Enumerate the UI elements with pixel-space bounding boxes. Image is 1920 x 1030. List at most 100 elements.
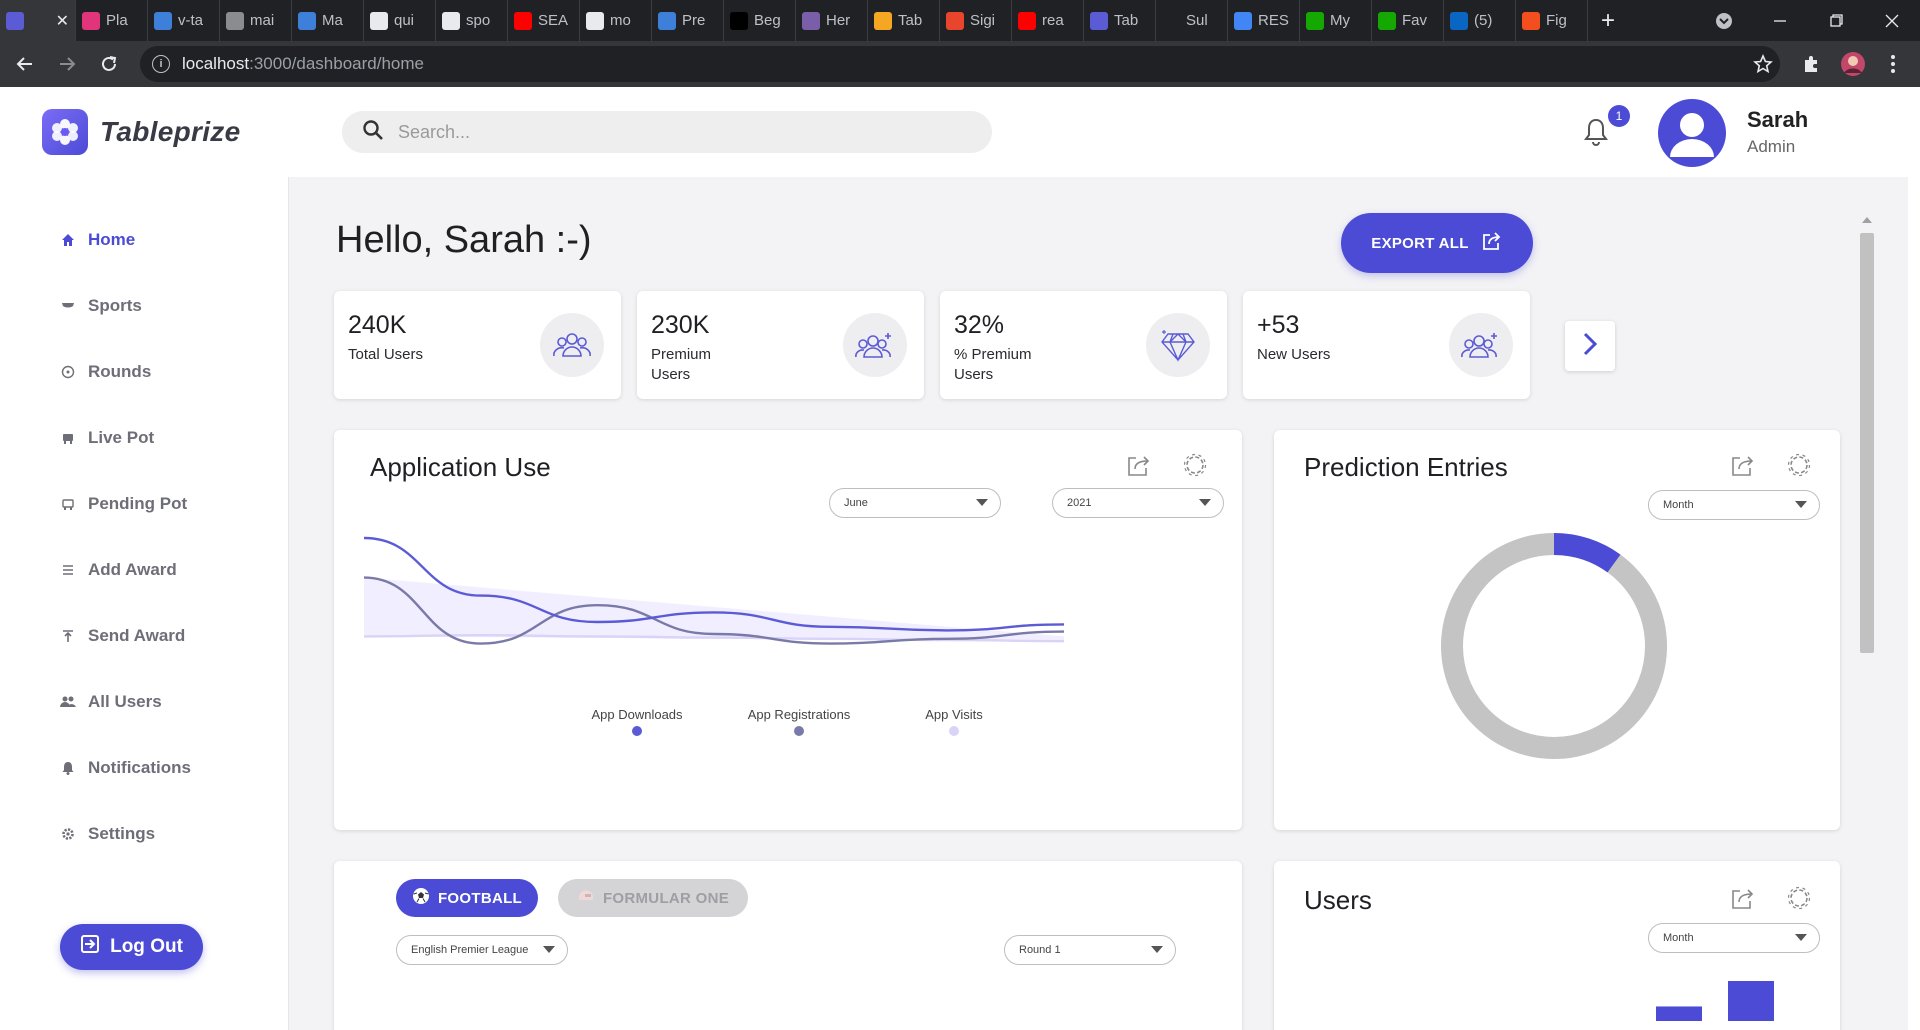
back-icon[interactable] <box>8 47 42 81</box>
search-input[interactable] <box>398 121 958 143</box>
sidebar-item-live-pot[interactable]: Live Pot <box>60 405 191 471</box>
forward-icon[interactable] <box>50 47 84 81</box>
reload-icon[interactable] <box>92 47 126 81</box>
minimize-icon[interactable] <box>1752 0 1808 41</box>
browser-tab[interactable]: Pre <box>652 0 724 41</box>
tab-formula-one[interactable]: FORMULAR ONE <box>558 879 748 917</box>
main-scrollbar[interactable] <box>1858 217 1876 1017</box>
browser-tab[interactable]: qui <box>364 0 436 41</box>
browser-tab[interactable]: SEA <box>508 0 580 41</box>
browser-tab[interactable]: RES <box>1228 0 1300 41</box>
legend-app-registrations[interactable]: App Registrations <box>734 707 864 736</box>
tab-title: SEA <box>538 12 569 29</box>
close-tab-icon[interactable]: ✕ <box>56 11 69 31</box>
stat-card-premium-percent[interactable]: 32% % Premium Users <box>940 291 1227 399</box>
stat-value: 32% <box>954 311 1005 339</box>
browser-tab[interactable]: Fig <box>1516 0 1588 41</box>
period-select[interactable]: Month <box>1648 923 1820 953</box>
browser-tab[interactable]: mai <box>220 0 292 41</box>
share-icon[interactable] <box>1730 452 1756 478</box>
period-select[interactable]: Month <box>1648 490 1820 520</box>
search-box[interactable] <box>342 111 992 153</box>
logout-label: Log Out <box>110 936 183 957</box>
tab-title: Tab <box>898 12 923 29</box>
stat-card-premium-users[interactable]: 230K Premium Users <box>637 291 924 399</box>
year-select[interactable]: 2021 <box>1052 488 1224 518</box>
sidebar-nav: Home Sports Rounds Live Pot Pending Pot Add A… <box>60 207 191 867</box>
sidebar-item-pending-pot[interactable]: Pending Pot <box>60 471 191 537</box>
sidebar-item-home[interactable]: Home <box>60 207 191 273</box>
tab-football[interactable]: FOOTBALL <box>396 879 538 917</box>
site-info-icon[interactable]: i <box>152 55 170 73</box>
browser-tab[interactable]: Tab <box>868 0 940 41</box>
prediction-entries-card: Prediction Entries Month <box>1274 430 1840 830</box>
sidebar-item-settings[interactable]: Settings <box>60 801 191 867</box>
stats-next-button[interactable] <box>1565 321 1615 371</box>
bookmark-star-icon[interactable] <box>1748 49 1778 79</box>
browser-tab[interactable]: My <box>1300 0 1372 41</box>
h-favicon <box>802 11 820 30</box>
profile-avatar-icon[interactable] <box>1838 49 1868 79</box>
tab-label: FORMULAR ONE <box>602 889 730 907</box>
gear-icon[interactable] <box>1182 452 1208 478</box>
month-select[interactable]: June <box>829 488 1001 518</box>
gear-icon[interactable] <box>1786 452 1812 478</box>
scrollbar-thumb[interactable] <box>1860 233 1874 653</box>
browser-tab[interactable]: Sigi <box>940 0 1012 41</box>
logout-button[interactable]: Log Out <box>60 924 203 970</box>
sidebar-item-notifications[interactable]: Notifications <box>60 735 191 801</box>
browser-tab[interactable]: Ma <box>292 0 364 41</box>
round-select[interactable]: Round 1 <box>1004 935 1176 965</box>
blank-favicon <box>1162 11 1180 30</box>
scroll-up-icon[interactable] <box>1862 217 1872 223</box>
users-bar[interactable] <box>1728 981 1774 1021</box>
browser-tab[interactable]: Sul <box>1156 0 1228 41</box>
browser-tab[interactable]: ✕ <box>0 0 76 41</box>
close-window-icon[interactable] <box>1864 0 1920 41</box>
brand-name: Tableprize <box>100 116 241 147</box>
m-favicon <box>298 11 316 30</box>
browser-menu-icon[interactable] <box>1878 49 1908 79</box>
dev-favicon <box>730 11 748 30</box>
sidebar-item-sports[interactable]: Sports <box>60 273 191 339</box>
share-icon[interactable] <box>1730 885 1756 911</box>
tab-title: Ma <box>322 12 343 29</box>
tab-title: qui <box>394 12 415 29</box>
stat-card-new-users[interactable]: +53 New Users <box>1243 291 1530 399</box>
tab-search-icon[interactable] <box>1696 0 1752 41</box>
share-icon[interactable] <box>1126 452 1152 478</box>
users-bar[interactable] <box>1656 1006 1702 1021</box>
user-avatar[interactable] <box>1658 99 1726 167</box>
browser-tab[interactable]: Fav <box>1372 0 1444 41</box>
browser-tab[interactable]: mo <box>580 0 652 41</box>
github-favicon <box>586 11 604 30</box>
sidebar-item-rounds[interactable]: Rounds <box>60 339 191 405</box>
gear-icon[interactable] <box>1786 885 1812 911</box>
maximize-icon[interactable] <box>1808 0 1864 41</box>
browser-tab[interactable]: v-ta <box>148 0 220 41</box>
sidebar-item-add-award[interactable]: Add Award <box>60 537 191 603</box>
browser-tab[interactable]: Pla <box>76 0 148 41</box>
stat-card-total-users[interactable]: 240K Total Users <box>334 291 621 399</box>
browser-tab[interactable]: Beg <box>724 0 796 41</box>
legend-app-visits[interactable]: App Visits <box>904 707 1004 736</box>
url-field[interactable]: i localhost:3000/dashboard/home <box>140 46 1780 82</box>
sidebar-item-all-users[interactable]: All Users <box>60 669 191 735</box>
extensions-icon[interactable] <box>1796 49 1826 79</box>
sidebar-item-send-award[interactable]: Send Award <box>60 603 191 669</box>
notification-bell-icon[interactable] <box>1582 117 1612 147</box>
league-select[interactable]: English Premier League <box>396 935 568 965</box>
browser-tab[interactable]: rea <box>1012 0 1084 41</box>
top-bar: 1 Sarah Admin <box>288 87 1920 177</box>
donut-slice[interactable] <box>1441 533 1668 759</box>
donut-slice[interactable] <box>1553 533 1621 573</box>
browser-tab[interactable]: Tab <box>1084 0 1156 41</box>
brand-logo[interactable]: Tableprize <box>42 109 240 155</box>
legend-app-downloads[interactable]: App Downloads <box>582 707 692 736</box>
new-tab-icon[interactable]: + <box>1588 7 1628 35</box>
browser-tab[interactable]: (5) <box>1444 0 1516 41</box>
add-award-icon <box>60 562 76 578</box>
browser-tab[interactable]: spo <box>436 0 508 41</box>
export-all-button[interactable]: EXPORT ALL <box>1341 213 1533 273</box>
browser-tab[interactable]: Her <box>796 0 868 41</box>
